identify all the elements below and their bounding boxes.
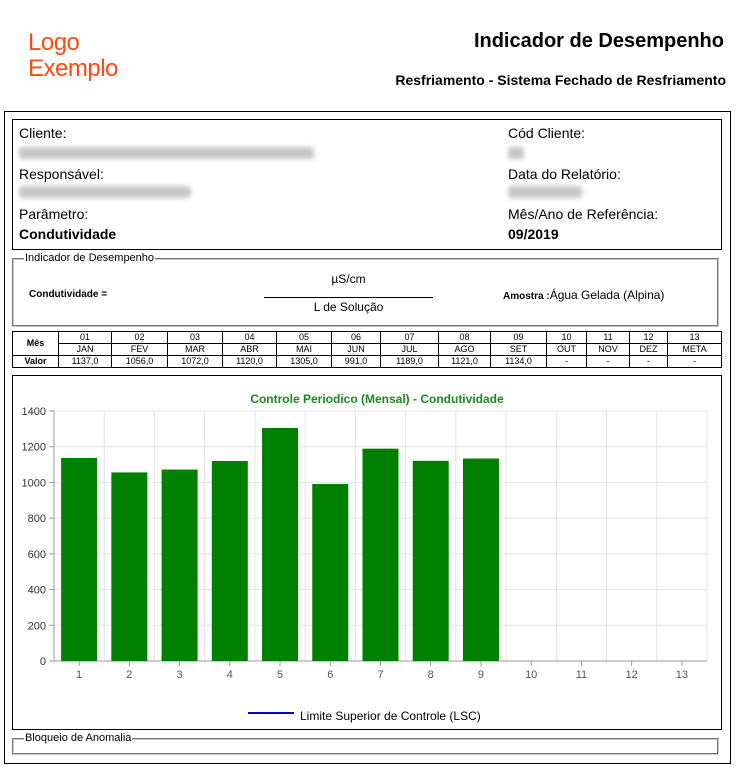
y-tick-label: 400: [28, 585, 46, 597]
bar-9: [462, 458, 499, 661]
x-tick-label: 12: [626, 669, 638, 681]
bar-8: [412, 460, 449, 661]
bar-4: [211, 461, 248, 661]
y-tick-label: 1000: [22, 477, 46, 489]
bar-1: [61, 457, 98, 661]
bar-2: [111, 472, 148, 661]
x-tick-label: 8: [428, 669, 434, 681]
x-tick-label: 13: [676, 669, 688, 681]
bar-6: [312, 484, 349, 661]
y-tick-label: 1400: [22, 406, 46, 418]
bloqueio-fieldset: Bloqueio de Anomalia: [12, 733, 719, 755]
y-tick-label: 200: [28, 620, 46, 632]
x-tick-label: 2: [126, 669, 132, 681]
y-tick-label: 0: [40, 656, 46, 668]
bloqueio-legend: Bloqueio de Anomalia: [25, 732, 132, 744]
bar-chart: 02004006008001000120014001 2 3 4 5 6 7 8 9 10 11 12…: [22, 406, 708, 681]
bar-5: [262, 427, 299, 661]
x-tick-label: 9: [478, 669, 484, 681]
x-tick-label: 3: [177, 669, 183, 681]
bar-3: [161, 469, 198, 661]
x-tick-label: 10: [525, 669, 537, 681]
x-tick-label: 1: [76, 669, 82, 681]
x-tick-label: 5: [277, 669, 283, 681]
lsc-legend-line: [248, 712, 294, 714]
lsc-legend-label: Limite Superior de Controle (LSC): [300, 709, 481, 723]
x-tick-label: 4: [227, 669, 233, 681]
y-tick-label: 800: [28, 513, 46, 525]
bar-7: [362, 448, 399, 661]
x-tick-label: 7: [377, 669, 383, 681]
y-tick-label: 1200: [22, 442, 46, 454]
y-tick-label: 600: [28, 549, 46, 561]
x-tick-label: 6: [327, 669, 333, 681]
x-tick-label: 11: [576, 669, 587, 681]
